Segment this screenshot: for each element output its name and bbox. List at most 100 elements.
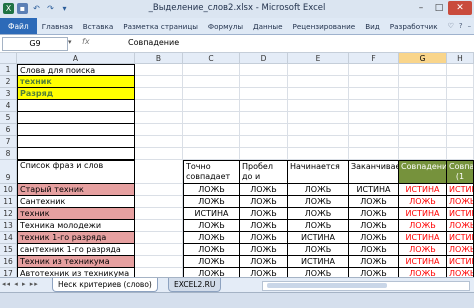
result-cell[interactable]: ИСТИНА	[447, 208, 474, 220]
result-cell[interactable]: ИСТИНА	[349, 184, 399, 196]
result-cell[interactable]: ЛОЖЬ	[183, 244, 240, 256]
empty-cell[interactable]	[399, 148, 447, 160]
empty-cell[interactable]	[349, 112, 399, 124]
empty-cell[interactable]	[288, 112, 349, 124]
empty-cell[interactable]	[183, 124, 240, 136]
empty-cell[interactable]	[399, 136, 447, 148]
close-button[interactable]: ✕	[448, 1, 472, 15]
column-header-F[interactable]: F	[349, 53, 399, 64]
row-header-14[interactable]: 14	[0, 232, 17, 244]
empty-cell[interactable]	[183, 64, 240, 76]
tab-0[interactable]: Главная	[37, 22, 78, 31]
empty-cell[interactable]	[135, 184, 183, 196]
result-cell[interactable]: ЛОЖЬ	[183, 256, 240, 268]
phrase-cell[interactable]: техник	[17, 208, 135, 220]
empty-cell[interactable]	[288, 148, 349, 160]
result-cell[interactable]: ЛОЖЬ	[183, 232, 240, 244]
empty-cell[interactable]	[349, 136, 399, 148]
ribbon-minimize-icon[interactable]: –	[468, 22, 472, 30]
horizontal-scrollbar[interactable]	[262, 281, 470, 291]
empty-cell[interactable]	[135, 232, 183, 244]
result-cell[interactable]: ЛОЖЬ	[349, 256, 399, 268]
row-header-7[interactable]: 7	[0, 136, 17, 148]
row-header-1[interactable]: 1	[0, 64, 17, 76]
result-cell[interactable]: ЛОЖЬ	[240, 184, 288, 196]
empty-cell[interactable]	[135, 88, 183, 100]
row-header-13[interactable]: 13	[0, 220, 17, 232]
empty-cell[interactable]	[288, 136, 349, 148]
column-header-cell[interactable]: Точно совпадает	[183, 160, 240, 184]
row-header-11[interactable]: 11	[0, 196, 17, 208]
result-cell[interactable]: ЛОЖЬ	[183, 184, 240, 196]
empty-cell[interactable]	[240, 124, 288, 136]
result-cell[interactable]: ИСТИНА	[399, 208, 447, 220]
phrase-cell[interactable]: Техника молодежи	[17, 220, 135, 232]
column-header-cell[interactable]: Совпадение	[399, 160, 447, 184]
empty-cell[interactable]	[135, 256, 183, 268]
column-header-A[interactable]: A	[17, 53, 135, 64]
empty-cell[interactable]	[288, 100, 349, 112]
empty-cell[interactable]	[399, 112, 447, 124]
result-cell[interactable]: ЛОЖЬ	[349, 244, 399, 256]
empty-cell[interactable]	[17, 136, 135, 148]
empty-cell[interactable]	[240, 76, 288, 88]
empty-cell[interactable]	[240, 88, 288, 100]
result-cell[interactable]: ЛОЖЬ	[240, 196, 288, 208]
row-header-3[interactable]: 3	[0, 88, 17, 100]
empty-cell[interactable]	[183, 100, 240, 112]
empty-cell[interactable]	[17, 112, 135, 124]
result-cell[interactable]: ИСТИНА	[288, 232, 349, 244]
empty-cell[interactable]	[135, 136, 183, 148]
tab-7[interactable]: Разработчик	[385, 22, 443, 31]
empty-cell[interactable]	[135, 208, 183, 220]
result-cell[interactable]: ЛОЖЬ	[240, 208, 288, 220]
column-header-cell[interactable]: Совпадение (1 формула)	[447, 160, 474, 184]
row-header-9[interactable]: 9	[0, 160, 17, 184]
tab-3[interactable]: Формулы	[203, 22, 248, 31]
result-cell[interactable]: ЛОЖЬ	[399, 244, 447, 256]
column-header-D[interactable]: D	[240, 53, 288, 64]
empty-cell[interactable]	[240, 136, 288, 148]
result-cell[interactable]: ЛОЖЬ	[399, 220, 447, 232]
result-cell[interactable]: ЛОЖЬ	[349, 196, 399, 208]
empty-cell[interactable]	[135, 220, 183, 232]
empty-cell[interactable]	[17, 124, 135, 136]
row-header-16[interactable]: 16	[0, 256, 17, 268]
tab-file[interactable]: Файл	[0, 18, 37, 34]
empty-cell[interactable]	[135, 244, 183, 256]
phrase-cell[interactable]: Техник из техникума	[17, 256, 135, 268]
empty-cell[interactable]	[240, 112, 288, 124]
result-cell[interactable]: ИСТИНА	[288, 256, 349, 268]
empty-cell[interactable]	[183, 136, 240, 148]
result-cell[interactable]: ИСТИНА	[447, 256, 474, 268]
result-cell[interactable]: ЛОЖЬ	[447, 196, 474, 208]
empty-cell[interactable]	[447, 124, 474, 136]
empty-cell[interactable]	[135, 196, 183, 208]
column-header-H[interactable]: H	[447, 53, 474, 64]
minimize-button[interactable]: –	[412, 1, 430, 15]
empty-cell[interactable]	[288, 64, 349, 76]
row-header-6[interactable]: 6	[0, 124, 17, 136]
result-cell[interactable]: ЛОЖЬ	[240, 256, 288, 268]
empty-cell[interactable]	[17, 100, 135, 112]
row-header-2[interactable]: 2	[0, 76, 17, 88]
empty-cell[interactable]	[288, 76, 349, 88]
tab-6[interactable]: Вид	[360, 22, 385, 31]
result-cell[interactable]: ЛОЖЬ	[349, 208, 399, 220]
column-header-B[interactable]: B	[135, 53, 183, 64]
formula-input[interactable]: Совпадение	[128, 37, 472, 49]
empty-cell[interactable]	[183, 76, 240, 88]
phrase-cell[interactable]: Старый техник	[17, 184, 135, 196]
column-header-C[interactable]: C	[183, 53, 240, 64]
empty-cell[interactable]	[447, 64, 474, 76]
empty-cell[interactable]	[399, 100, 447, 112]
row-header-10[interactable]: 10	[0, 184, 17, 196]
empty-cell[interactable]	[349, 64, 399, 76]
column-header-cell[interactable]: Пробел до и после	[240, 160, 288, 184]
tab-5[interactable]: Рецензирование	[288, 22, 361, 31]
empty-cell[interactable]	[349, 124, 399, 136]
column-header-E[interactable]: E	[288, 53, 349, 64]
empty-cell[interactable]	[399, 64, 447, 76]
empty-cell[interactable]	[349, 100, 399, 112]
result-cell[interactable]: ЛОЖЬ	[288, 220, 349, 232]
